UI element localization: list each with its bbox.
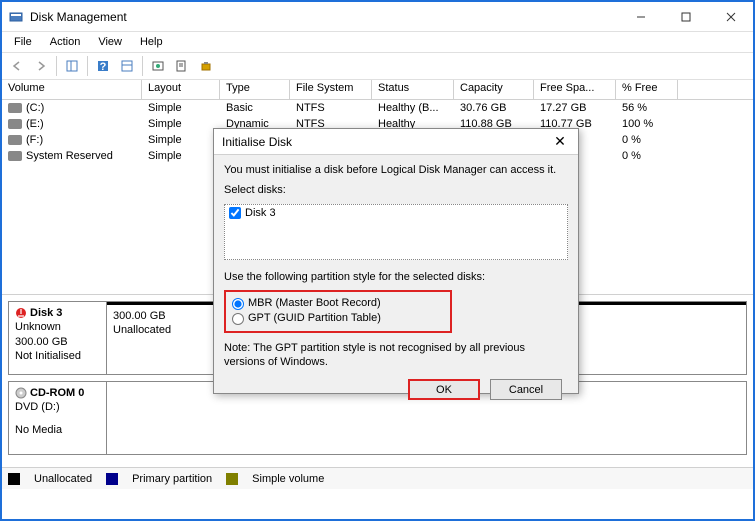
- menubar: File Action View Help: [2, 32, 753, 52]
- menu-view[interactable]: View: [90, 34, 130, 50]
- menu-action[interactable]: Action: [42, 34, 89, 50]
- menu-help[interactable]: Help: [132, 34, 171, 50]
- partition-style-group: MBR (Master Boot Record) GPT (GUID Parti…: [224, 290, 452, 333]
- col-freespace[interactable]: Free Spa...: [534, 80, 616, 99]
- legend: Unallocated Primary partition Simple vol…: [2, 467, 753, 489]
- dialog-note: Note: The GPT partition style is not rec…: [224, 341, 568, 370]
- disk-name: Disk 3: [30, 306, 62, 320]
- volume-header: Volume Layout Type File System Status Ca…: [2, 80, 753, 100]
- refresh-icon[interactable]: [147, 55, 169, 77]
- dialog-title: Initialise Disk: [222, 135, 550, 149]
- col-layout[interactable]: Layout: [142, 80, 220, 99]
- gpt-radio[interactable]: [232, 313, 244, 325]
- legend-label: Simple volume: [252, 473, 324, 485]
- maximize-button[interactable]: [663, 2, 708, 31]
- dialog-close-button[interactable]: ✕: [550, 133, 570, 150]
- mbr-radio[interactable]: [232, 298, 244, 310]
- titlebar: Disk Management: [2, 2, 753, 32]
- disk-checkbox-row[interactable]: Disk 3: [229, 207, 563, 219]
- col-capacity[interactable]: Capacity: [454, 80, 534, 99]
- app-icon: [8, 9, 24, 25]
- col-volume[interactable]: Volume: [2, 80, 142, 99]
- select-disks-label: Select disks:: [224, 183, 568, 197]
- drive-icon: [8, 103, 22, 113]
- initialise-disk-dialog: Initialise Disk ✕ You must initialise a …: [213, 128, 579, 394]
- disk-media-status: No Media: [15, 423, 100, 437]
- disk-init-status: Not Initialised: [15, 349, 100, 363]
- help-icon[interactable]: ?: [92, 55, 114, 77]
- disk3-checkbox[interactable]: [229, 207, 241, 219]
- toolbar-panes-icon[interactable]: [61, 55, 83, 77]
- dialog-message: You must initialise a disk before Logica…: [224, 163, 568, 177]
- forward-button[interactable]: [30, 55, 52, 77]
- properties-icon[interactable]: [171, 55, 193, 77]
- disk-status: Unknown: [15, 320, 100, 334]
- menu-file[interactable]: File: [6, 34, 40, 50]
- gpt-label: GPT (GUID Partition Table): [248, 311, 381, 326]
- disk-size: 300.00 GB: [15, 335, 100, 349]
- window-title: Disk Management: [30, 10, 618, 24]
- col-type[interactable]: Type: [220, 80, 290, 99]
- settings-icon[interactable]: [195, 55, 217, 77]
- disk-drive-letter: DVD (D:): [15, 400, 100, 414]
- disk-checkbox-label: Disk 3: [245, 207, 276, 219]
- disk-label: Disk 3 Unknown 300.00 GB Not Initialised: [9, 302, 107, 374]
- legend-label: Unallocated: [34, 473, 92, 485]
- legend-swatch-primary: [106, 473, 118, 485]
- drive-icon: [8, 135, 22, 145]
- dialog-titlebar: Initialise Disk ✕: [214, 129, 578, 155]
- close-button[interactable]: [708, 2, 753, 31]
- volume-row[interactable]: (C:) Simple Basic NTFS Healthy (B... 30.…: [2, 100, 753, 116]
- toolbar-view-icon[interactable]: [116, 55, 138, 77]
- col-status[interactable]: Status: [372, 80, 454, 99]
- legend-label: Primary partition: [132, 473, 212, 485]
- legend-swatch-simple: [226, 473, 238, 485]
- minimize-button[interactable]: [618, 2, 663, 31]
- disk-name: CD-ROM 0: [30, 386, 84, 400]
- drive-icon: [8, 119, 22, 129]
- toolbar: ?: [2, 52, 753, 80]
- mbr-label: MBR (Master Boot Record): [248, 296, 381, 311]
- legend-swatch-unallocated: [8, 473, 20, 485]
- ok-button[interactable]: OK: [408, 379, 480, 400]
- disk-label: CD-ROM 0 DVD (D:) No Media: [9, 382, 107, 454]
- col-pctfree[interactable]: % Free: [616, 80, 678, 99]
- disk-select-list[interactable]: Disk 3: [224, 204, 568, 260]
- svg-text:?: ?: [100, 61, 107, 73]
- drive-icon: [8, 151, 22, 161]
- col-filesystem[interactable]: File System: [290, 80, 372, 99]
- back-button[interactable]: [6, 55, 28, 77]
- mbr-radio-row[interactable]: MBR (Master Boot Record): [232, 296, 444, 311]
- partition-style-label: Use the following partition style for th…: [224, 270, 568, 284]
- cancel-button[interactable]: Cancel: [490, 379, 562, 400]
- gpt-radio-row[interactable]: GPT (GUID Partition Table): [232, 311, 444, 326]
